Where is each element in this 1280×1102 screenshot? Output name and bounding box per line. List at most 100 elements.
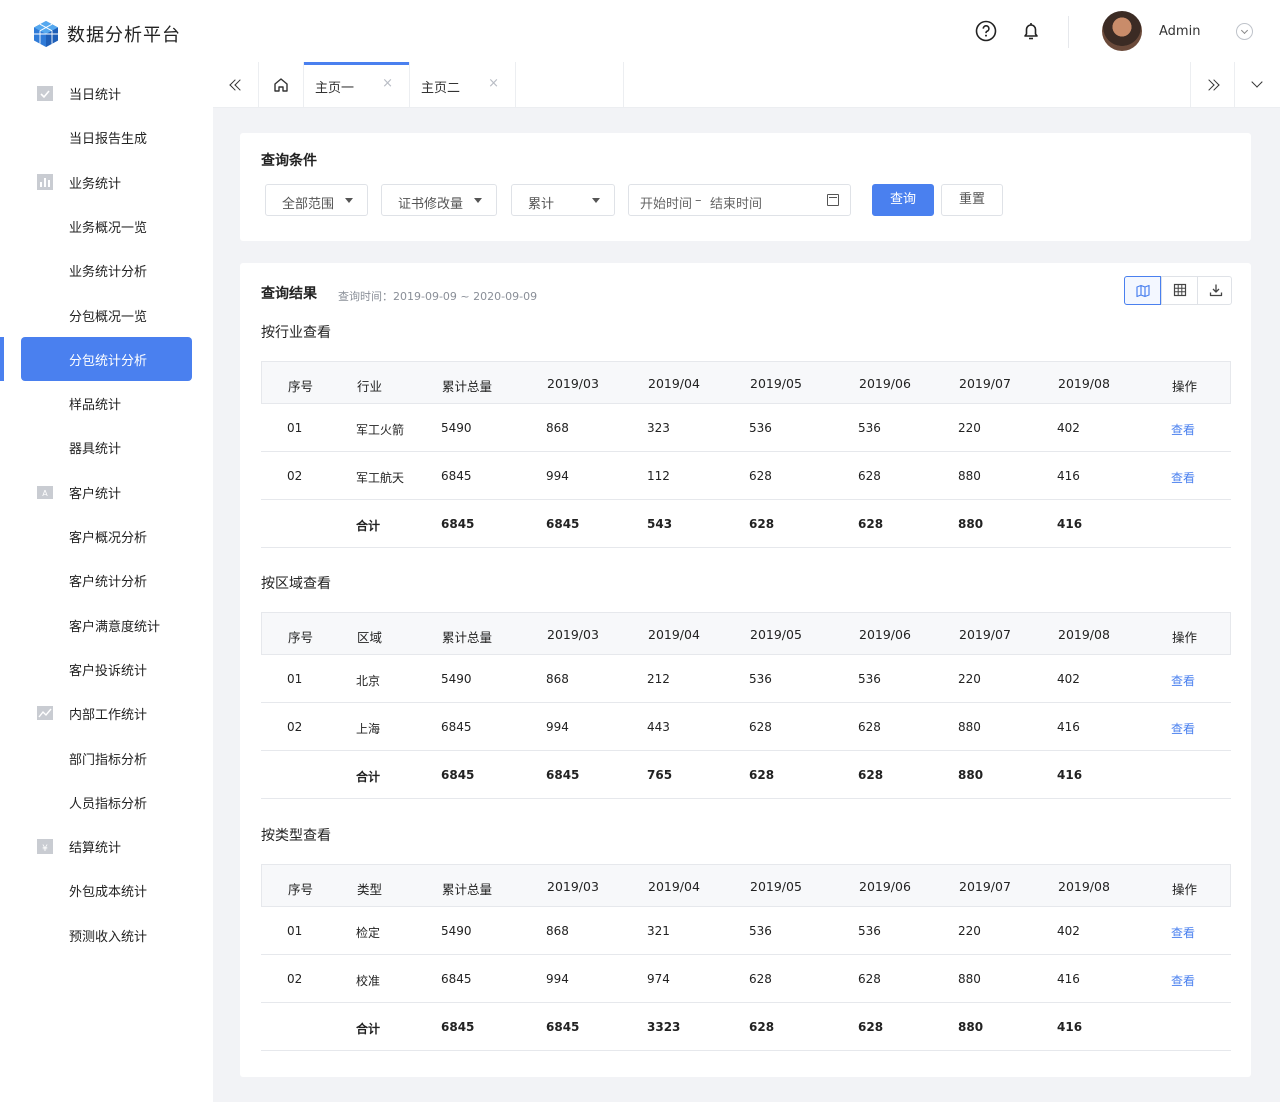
table-row: 02 军工航天 6845 994 112 628 628 880 416 查看 <box>261 452 1231 500</box>
sidebar-item[interactable]: 外包成本统计 <box>0 868 213 912</box>
cell-value: 5490 <box>441 672 472 686</box>
date-range-picker[interactable]: 开始时间 – 结束时间 <box>628 184 851 216</box>
scope-select[interactable]: 全部范围 <box>265 184 368 216</box>
close-icon[interactable]: × <box>382 76 393 91</box>
view-link[interactable]: 查看 <box>1171 672 1195 689</box>
sidebar-item[interactable]: 内部工作统计 <box>0 691 213 735</box>
table-view-button[interactable] <box>1161 276 1198 305</box>
view-link[interactable]: 查看 <box>1171 972 1195 989</box>
row-index: 01 <box>287 421 303 435</box>
collapse-sidebar-button[interactable] <box>213 62 259 108</box>
cell-value: 6845 <box>441 517 475 531</box>
reset-button[interactable]: 重置 <box>941 184 1003 216</box>
cell-value: 543 <box>647 517 673 531</box>
column-header: 序号 <box>288 630 314 645</box>
data-table: 序号 类型 累计总量 2019/03 2019/04 2019/05 2019/06 2019… <box>261 864 1231 1054</box>
mode-select[interactable]: 累计 <box>511 184 615 216</box>
help-icon[interactable] <box>975 20 997 42</box>
cell-value: 220 <box>958 924 981 938</box>
calendar-check-icon <box>36 84 54 102</box>
sidebar-item[interactable]: ¥ 结算统计 <box>0 824 213 868</box>
sidebar-item-label: 外包成本统计 <box>69 885 148 901</box>
sidebar-item[interactable]: 客户概况分析 <box>0 514 213 558</box>
calendar-icon[interactable] <box>827 194 839 206</box>
sidebar-item[interactable]: 分包统计分析 <box>0 336 213 381</box>
bar-chart-icon <box>36 173 54 191</box>
view-link[interactable]: 查看 <box>1171 924 1195 941</box>
sidebar-item[interactable]: 业务统计 <box>0 160 213 204</box>
cell-value: 416 <box>1057 517 1083 531</box>
tab-menu-button[interactable] <box>1235 62 1280 108</box>
tab-home-2[interactable]: 主页二 × <box>410 62 516 108</box>
sidebar-item[interactable]: 客户满意度统计 <box>0 603 213 647</box>
top-header: 数据分析平台 Admin <box>0 0 1280 62</box>
search-button[interactable]: 查询 <box>872 184 934 216</box>
sidebar-item[interactable]: 业务概况一览 <box>0 204 213 248</box>
column-header: 行业 <box>357 379 383 394</box>
map-book-icon <box>1136 284 1150 298</box>
row-index: 01 <box>287 924 303 938</box>
tab-home-1[interactable]: 主页一 × <box>304 62 410 108</box>
user-name[interactable]: Admin <box>1159 24 1200 39</box>
sidebar-item[interactable]: 部门指标分析 <box>0 736 213 780</box>
data-table: 序号 行业 累计总量 2019/03 2019/04 2019/05 2019/06 2019… <box>261 361 1231 551</box>
column-header: 序号 <box>288 379 314 394</box>
sidebar-item[interactable]: 器具统计 <box>0 425 213 469</box>
download-button[interactable] <box>1197 276 1234 305</box>
sidebar-item[interactable]: 客户统计分析 <box>0 558 213 602</box>
column-header: 2019/05 <box>750 376 802 391</box>
scope-value: 全部范围 <box>282 197 335 212</box>
cell-value: 628 <box>858 469 881 483</box>
row-label: 合计 <box>356 1022 381 1036</box>
sidebar-item[interactable]: 人员指标分析 <box>0 780 213 824</box>
sidebar-item-label: 器具统计 <box>69 442 122 458</box>
view-link[interactable]: 查看 <box>1171 421 1195 438</box>
column-header: 操作 <box>1172 379 1198 394</box>
row-index: 01 <box>287 672 303 686</box>
close-icon[interactable]: × <box>488 76 499 91</box>
home-tab[interactable] <box>259 62 304 108</box>
sidebar-item-label: 业务概况一览 <box>69 220 148 236</box>
cell-value: 416 <box>1057 720 1080 734</box>
sidebar-item[interactable]: 分包概况一览 <box>0 293 213 337</box>
results-title: 查询结果 <box>261 286 317 302</box>
cell-value: 536 <box>749 672 772 686</box>
cell-value: 994 <box>546 720 569 734</box>
column-header: 累计总量 <box>442 630 493 645</box>
cell-value: 994 <box>546 972 569 986</box>
cell-value: 212 <box>647 672 670 686</box>
download-icon <box>1209 284 1223 297</box>
sidebar-item[interactable]: 当日报告生成 <box>0 115 213 159</box>
user-menu-chevron-icon[interactable] <box>1236 23 1253 40</box>
cell-value: 536 <box>858 421 881 435</box>
table-row: 01 北京 5490 868 212 536 536 220 402 查看 <box>261 655 1231 703</box>
date-separator: – <box>695 193 702 208</box>
sidebar-item[interactable]: 客户投诉统计 <box>0 647 213 691</box>
scroll-tabs-right-button[interactable] <box>1190 62 1235 108</box>
cell-value: 536 <box>858 924 881 938</box>
chart-view-button[interactable] <box>1124 276 1161 305</box>
query-title: 查询条件 <box>261 153 317 169</box>
sidebar-item[interactable]: 预测收入统计 <box>0 913 213 957</box>
view-link[interactable]: 查看 <box>1171 469 1195 486</box>
column-header: 2019/06 <box>859 376 911 391</box>
sidebar-item[interactable]: A 客户统计 <box>0 470 213 514</box>
sidebar-item[interactable]: 样品统计 <box>0 381 213 425</box>
sidebar-item-label: 预测收入统计 <box>69 929 148 945</box>
cell-value: 321 <box>647 924 670 938</box>
cell-value: 880 <box>958 972 981 986</box>
table-header: 序号 类型 累计总量 2019/03 2019/04 2019/05 2019/06 2019… <box>261 864 1231 907</box>
column-header: 2019/04 <box>648 376 700 391</box>
cell-value: 416 <box>1057 469 1080 483</box>
metric-select[interactable]: 证书修改量 <box>381 184 497 216</box>
sidebar-item[interactable]: 当日统计 <box>0 71 213 115</box>
column-header: 2019/05 <box>750 627 802 642</box>
view-link[interactable]: 查看 <box>1171 720 1195 737</box>
avatar[interactable] <box>1102 11 1142 51</box>
cell-value: 880 <box>958 1020 984 1034</box>
cell-value: 402 <box>1057 672 1080 686</box>
bell-icon[interactable] <box>1020 20 1042 42</box>
end-date-placeholder[interactable]: 结束时间 <box>710 193 762 212</box>
start-date-placeholder[interactable]: 开始时间 <box>640 193 692 212</box>
sidebar-item[interactable]: 业务统计分析 <box>0 248 213 292</box>
